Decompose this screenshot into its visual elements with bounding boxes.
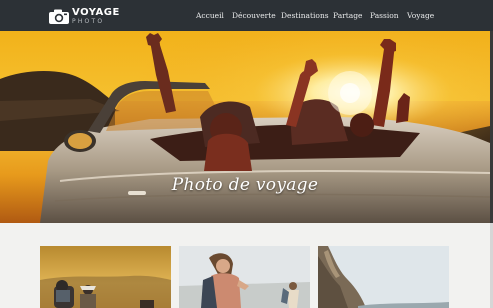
nav-item-voyage[interactable]: Voyage <box>407 11 434 20</box>
hero-title: Photo de voyage <box>171 175 319 195</box>
article-card[interactable] <box>179 246 310 308</box>
rocky-coast-photo <box>318 246 449 308</box>
nav-item-decouverte[interactable]: Découverte <box>232 11 276 20</box>
nav-item-partage[interactable]: Partage <box>333 11 363 20</box>
backpacker-woman-photo <box>179 246 310 308</box>
hero-banner: Photo de voyage <box>0 31 490 223</box>
hikers-at-sunset-photo <box>40 246 171 308</box>
page: VOYAGE PHOTO Accueil Découverte Destinat… <box>0 0 493 308</box>
article-card[interactable] <box>40 246 171 308</box>
main-menu: Accueil Découverte Destinations Partage … <box>0 0 493 31</box>
content-section <box>0 223 490 308</box>
nav-item-destinations[interactable]: Destinations <box>281 11 329 20</box>
article-card[interactable] <box>318 246 449 308</box>
nav-item-passion[interactable]: Passion <box>370 11 399 20</box>
nav-item-accueil[interactable]: Accueil <box>196 11 224 20</box>
top-navbar: VOYAGE PHOTO Accueil Découverte Destinat… <box>0 0 493 31</box>
